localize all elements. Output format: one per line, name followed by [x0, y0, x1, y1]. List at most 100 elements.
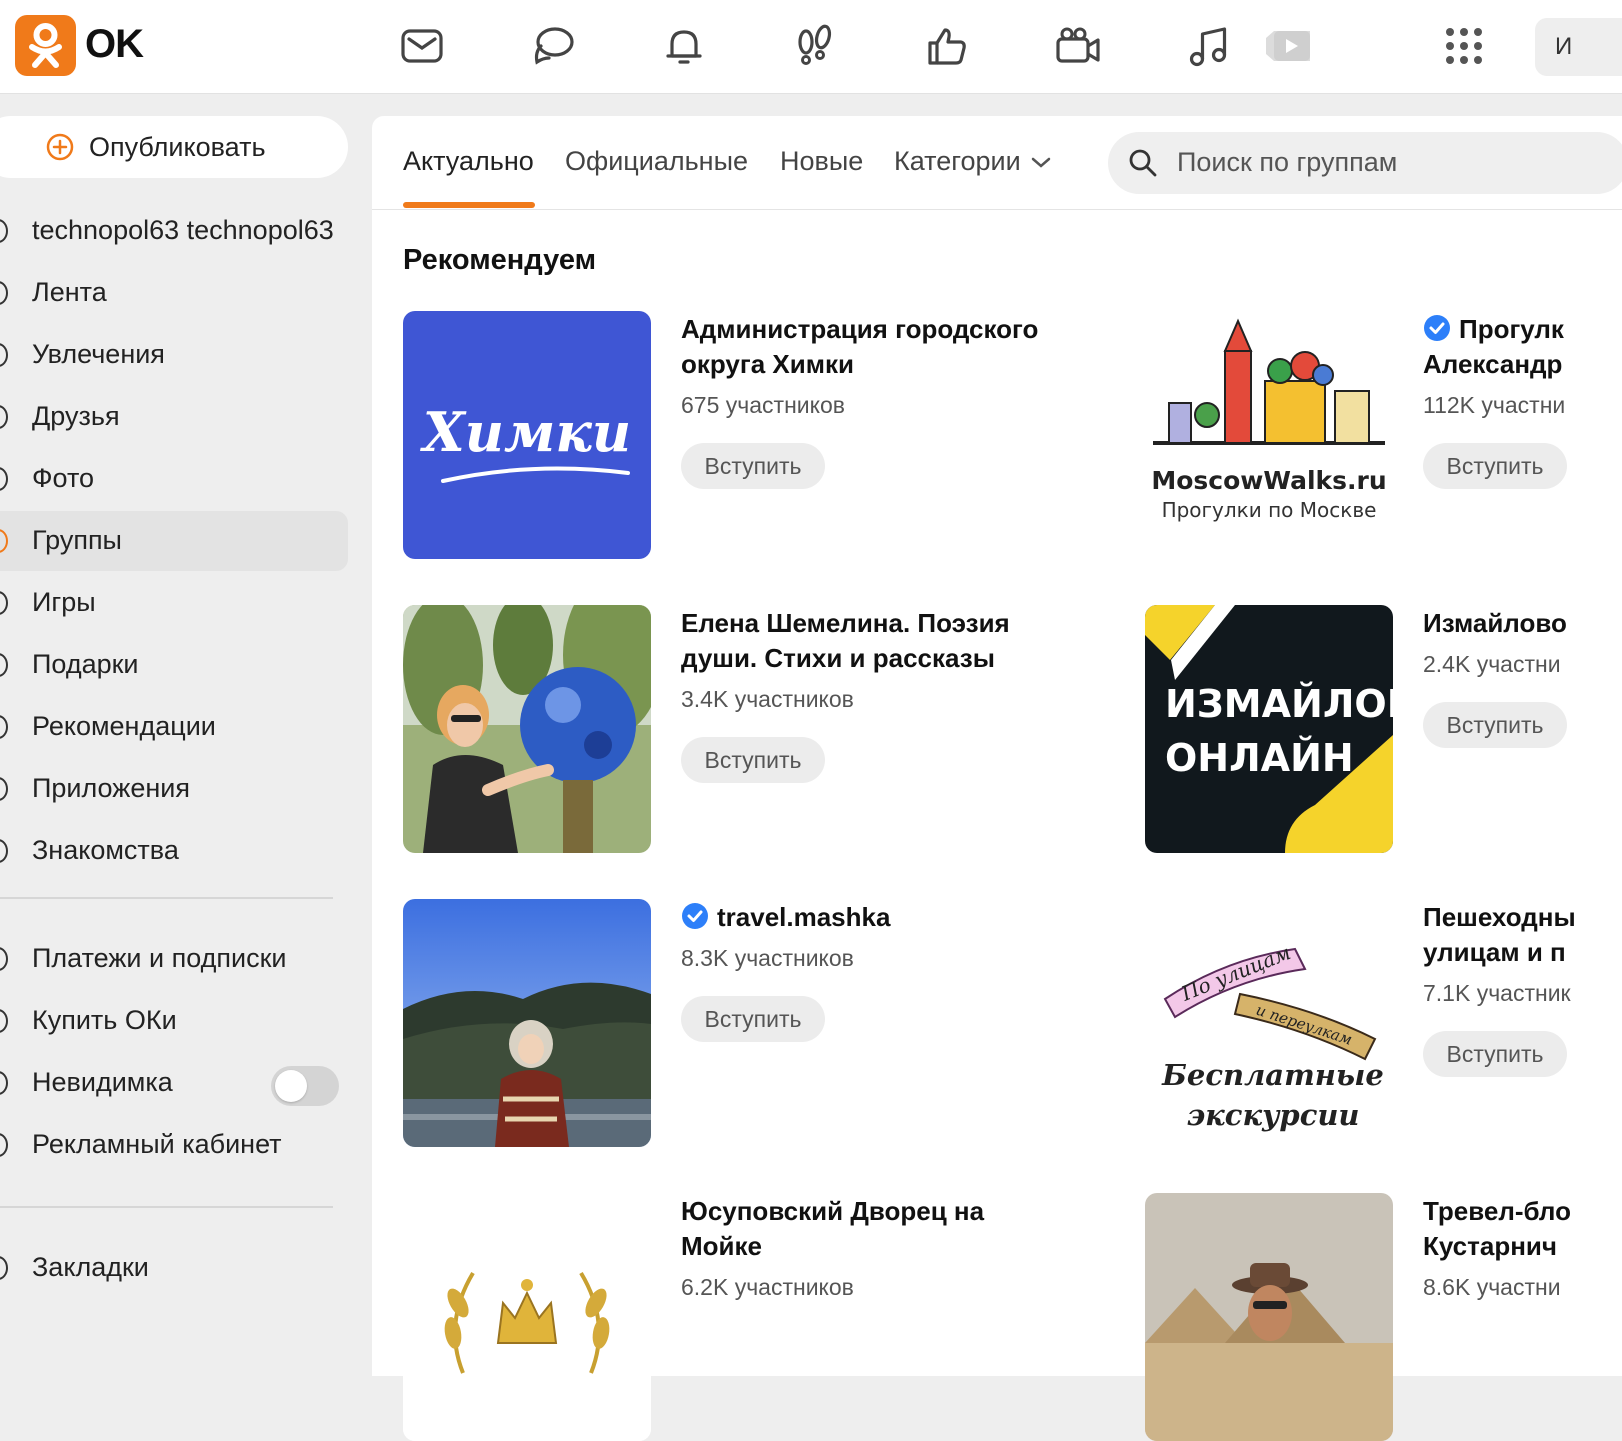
friends-icon — [0, 405, 8, 429]
sidebar-item-profile[interactable]: technopol63 technopol63 — [0, 201, 348, 261]
user-menu-initial: И — [1555, 33, 1573, 60]
games-icon — [0, 591, 8, 615]
section-title: Рекомендуем — [403, 244, 597, 276]
ads-icon — [0, 1133, 8, 1157]
join-button[interactable]: Вступить — [1423, 702, 1567, 748]
sidebar-item-payments[interactable]: Платежи и подписки — [0, 929, 348, 989]
photo-icon — [0, 467, 8, 491]
group-name-line: Юсуповский Дворец на — [681, 1196, 985, 1226]
group-members-count: 2.4K участни — [1423, 651, 1561, 677]
group-thumbnail-travel-mashka[interactable] — [403, 899, 651, 1147]
join-button[interactable]: Вступить — [681, 737, 825, 783]
invisible-toggle[interactable] — [271, 1066, 339, 1106]
tab-actual[interactable]: Актуально — [403, 146, 534, 177]
discussions-icon[interactable] — [529, 22, 577, 70]
group-thumbnail-travel-blog[interactable] — [1145, 1193, 1393, 1441]
sidebar-item-friends[interactable]: Друзья — [0, 387, 348, 447]
group-name-line: Прогулк — [1423, 312, 1564, 347]
videos-play-icon[interactable] — [1264, 22, 1312, 70]
group-members-count: 675 участников — [681, 392, 845, 418]
toggle-knob — [275, 1070, 307, 1102]
video-icon[interactable] — [1054, 22, 1102, 70]
tab-official[interactable]: Официальные — [565, 146, 748, 177]
group-name[interactable]: travel.mashka — [681, 900, 890, 935]
sidebar-item-dating[interactable]: Знакомства — [0, 821, 348, 881]
sidebar-item-recommendations[interactable]: Рекомендации — [0, 697, 348, 757]
likes-icon[interactable] — [923, 22, 971, 70]
izmailovo-title-line2: ОНЛАЙН — [1165, 736, 1354, 780]
sidebar-item-label: Рекомендации — [32, 711, 216, 741]
sidebar-item-ads-cabinet[interactable]: Рекламный кабинет — [0, 1115, 348, 1175]
group-name[interactable]: Юсуповский Дворец на Мойке — [681, 1194, 984, 1264]
guests-icon[interactable] — [791, 22, 839, 70]
group-thumbnail-yusupov-palace[interactable] — [403, 1193, 651, 1441]
group-name[interactable]: Измайлово — [1423, 606, 1567, 641]
group-name[interactable]: Администрация городского округа Химки — [681, 312, 1038, 382]
group-members-count: 8.6K участни — [1423, 1274, 1561, 1300]
mail-icon[interactable] — [398, 22, 446, 70]
join-button[interactable]: Вступить — [1423, 443, 1567, 489]
group-name-line: округа Химки — [681, 349, 854, 379]
group-members-count: 7.1K участник — [1423, 980, 1571, 1006]
group-name[interactable]: Елена Шемелина. Поэзия души. Стихи и рас… — [681, 606, 1010, 676]
group-thumbnail-khimki[interactable]: Химки — [403, 311, 651, 559]
apps-icon — [0, 777, 8, 801]
sidebar-item-groups[interactable]: Группы — [0, 511, 348, 571]
sidebar-item-label: Группы — [32, 525, 122, 555]
search-placeholder: Поиск по группам — [1177, 147, 1398, 177]
sidebar-item-label: Игры — [32, 587, 96, 617]
tab-categories[interactable]: Категории — [894, 146, 1051, 177]
join-button[interactable]: Вступить — [681, 996, 825, 1042]
join-button[interactable]: Вступить — [681, 443, 825, 489]
sidebar-divider — [0, 1206, 333, 1208]
sidebar-item-buy-oks[interactable]: Купить ОКи — [0, 991, 348, 1051]
sidebar-item-bookmarks[interactable]: Закладки — [0, 1238, 348, 1298]
sidebar-item-hobbies[interactable]: Увлечения — [0, 325, 348, 385]
moscowwalks-title: MoscowWalks.ru — [1151, 466, 1386, 495]
top-navigation-bar: OK И — [0, 0, 1622, 94]
sidebar-item-label: Платежи и подписки — [32, 943, 287, 973]
group-name-line: Администрация городского — [681, 314, 1039, 344]
notifications-icon[interactable] — [660, 22, 708, 70]
sidebar-item-games[interactable]: Игры — [0, 573, 348, 633]
group-thumbnail-moscowwalks[interactable]: MoscowWalks.ru Прогулки по Москве — [1145, 311, 1393, 559]
logo-text[interactable]: OK — [85, 22, 144, 67]
user-menu-button[interactable]: И — [1535, 18, 1622, 76]
group-thumbnail-excursions[interactable]: По улицам и переулкам Бесплатные экскурс… — [1145, 899, 1393, 1147]
tab-new[interactable]: Новые — [780, 146, 863, 177]
sidebar-divider — [0, 897, 333, 899]
music-icon[interactable] — [1185, 22, 1233, 70]
gifts-icon — [0, 653, 8, 677]
group-thumbnail-izmailovo[interactable]: ИЗМАЙЛОВО ОНЛАЙН — [1145, 605, 1393, 853]
apps-grid-icon[interactable] — [1440, 22, 1488, 70]
group-members-count: 3.4K участников — [681, 686, 854, 712]
group-name-line: Елена Шемелина. Поэзия — [681, 608, 1010, 638]
publish-label: Опубликовать — [89, 132, 266, 162]
group-name-line: Тревел-бло — [1423, 1196, 1571, 1226]
sidebar-item-label: Лента — [32, 277, 107, 307]
group-search-input[interactable]: Поиск по группам — [1108, 132, 1622, 194]
tab-categories-label: Категории — [894, 146, 1021, 176]
ok-logo-icon[interactable] — [15, 15, 76, 76]
bookmark-icon — [0, 1256, 8, 1280]
group-name[interactable]: Пешеходны улицам и п — [1423, 900, 1576, 970]
sidebar-item-gifts[interactable]: Подарки — [0, 635, 348, 695]
group-name[interactable]: Тревел-бло Кустарнич — [1423, 1194, 1571, 1264]
group-name-line: души. Стихи и рассказы — [681, 643, 995, 673]
sidebar-item-label: Увлечения — [32, 339, 165, 369]
feed-icon — [0, 281, 8, 305]
profile-icon — [0, 219, 8, 243]
group-name-line: Измайлово — [1423, 608, 1567, 638]
sidebar-item-apps[interactable]: Приложения — [0, 759, 348, 819]
join-button[interactable]: Вступить — [1423, 1031, 1567, 1077]
group-name-line: Кустарнич — [1423, 1231, 1557, 1261]
sidebar-item-label: Рекламный кабинет — [32, 1129, 282, 1159]
group-thumbnail-poetry[interactable] — [403, 605, 651, 853]
group-name[interactable]: Прогулк Александр — [1423, 312, 1564, 382]
publish-button[interactable]: Опубликовать — [0, 116, 348, 178]
verified-icon — [682, 903, 708, 929]
sidebar-item-feed[interactable]: Лента — [0, 263, 348, 323]
group-name-line: Александр — [1423, 349, 1563, 379]
group-name-text: travel.mashka — [717, 902, 891, 932]
sidebar-item-photo[interactable]: Фото — [0, 449, 348, 509]
